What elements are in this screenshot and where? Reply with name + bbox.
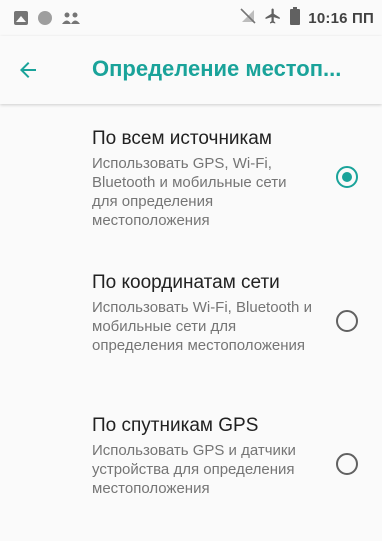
option-gps[interactable]: По спутникам GPS Использовать GPS и датч…	[0, 411, 382, 541]
option-description: Использовать GPS, Wi-Fi, Bluetooth и моб…	[92, 155, 287, 229]
airplane-icon	[264, 7, 282, 30]
battery-icon	[290, 6, 301, 30]
arrow-back-icon	[20, 62, 36, 78]
circle-icon	[38, 11, 52, 25]
no-sim-icon	[240, 7, 256, 29]
status-bar-right: 10:16 ПП	[240, 6, 374, 30]
radio-gps[interactable]	[336, 453, 358, 475]
people-icon	[62, 11, 80, 25]
page-title: Определение местоп...	[92, 56, 342, 81]
back-button[interactable]	[4, 46, 52, 94]
option-title: По координатам сети	[92, 272, 280, 293]
app-bar: Определение местоп...	[0, 36, 382, 104]
radio-all-sources[interactable]	[336, 166, 358, 188]
option-network[interactable]: По координатам сети Использовать Wi-Fi, …	[0, 268, 382, 398]
radio-network[interactable]	[336, 310, 358, 332]
option-all-sources[interactable]: По всем источникам Использовать GPS, Wi-…	[0, 124, 382, 254]
image-icon	[14, 11, 28, 25]
option-description: Использовать GPS и датчики устройства дл…	[92, 442, 296, 497]
option-title: По всем источникам	[92, 128, 272, 149]
option-description: Использовать Wi-Fi, Bluetooth и мобильны…	[92, 299, 312, 354]
status-bar-left	[14, 10, 80, 26]
status-bar: 10:16 ПП	[0, 0, 382, 36]
clock: 10:16 ПП	[308, 9, 374, 27]
option-title: По спутникам GPS	[92, 415, 259, 436]
